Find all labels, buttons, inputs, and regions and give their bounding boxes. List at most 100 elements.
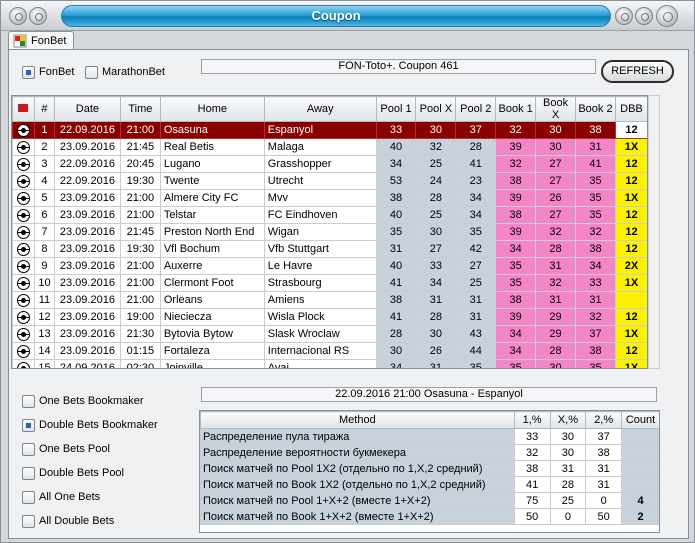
table-row[interactable]: 7 23.09.2016 21:45 Preston North End Wigan 35… <box>12 223 647 241</box>
cell-time: 02:30 <box>119 359 161 368</box>
option-checkbox[interactable] <box>22 515 35 528</box>
ball-cell <box>12 359 35 368</box>
cell-b2: 38 <box>575 121 616 139</box>
title-bar: Coupon <box>1 1 694 31</box>
cell-time: 19:00 <box>119 308 161 326</box>
col-header: Book X <box>535 96 576 122</box>
cell-away: Espanyol <box>263 121 377 139</box>
table-row[interactable]: 3 22.09.2016 20:45 Lugano Grasshopper 34 25 41 3… <box>12 155 647 173</box>
option-checkbox[interactable] <box>22 419 35 432</box>
cell-b1: 32 <box>495 121 537 139</box>
option-checkbox[interactable] <box>22 395 35 408</box>
cell-p1: 41 <box>375 308 417 326</box>
cell-away: Vfb Stuttgart <box>263 240 377 258</box>
cell-p1: 33 <box>375 121 417 139</box>
table-row[interactable]: 4 22.09.2016 19:30 Twente Utrecht 53 24 23 38 27 3… <box>12 172 647 190</box>
cell-p2: 27 <box>455 257 497 275</box>
cell-away: Grasshopper <box>263 155 377 173</box>
col-header: Pool X <box>415 96 457 122</box>
table-row[interactable]: 14 23.09.2016 01:15 Fortaleza Internacional … <box>12 342 647 360</box>
cell-date: 22.09.2016 <box>53 155 121 173</box>
method-row[interactable]: Поиск матчей по Pool 1X2 (отдельно по 1,… <box>200 460 659 477</box>
cell-b1: 35 <box>495 359 537 368</box>
table-row[interactable]: 10 23.09.2016 21:00 Clermont Foot Strasbourg… <box>12 274 647 292</box>
cell-px: 28 <box>415 189 457 207</box>
ball-cell <box>12 308 35 326</box>
cell-p2: 44 <box>455 342 497 360</box>
cell-n: 10 <box>33 274 55 292</box>
ball-cell <box>12 274 35 292</box>
col-header: DBB <box>614 96 647 122</box>
cell-date: 24.09.2016 <box>53 359 121 368</box>
method-row[interactable]: Распределение вероятности букмекера 32 30 3… <box>200 444 659 461</box>
table-row[interactable]: 8 23.09.2016 19:30 Vfl Bochum Vfb Stuttgart 3… <box>12 240 647 258</box>
marathonbet-checkbox[interactable] <box>85 66 98 79</box>
col-header: Book 2 <box>575 96 616 122</box>
flag-header <box>12 96 35 122</box>
cell-date: 23.09.2016 <box>53 240 121 258</box>
cell-n: 3 <box>33 155 55 173</box>
cell-away: Avai <box>263 359 377 368</box>
ball-cell <box>12 189 35 207</box>
fonbet-checkbox[interactable] <box>22 66 35 79</box>
cell-time: 21:00 <box>119 121 161 139</box>
col-header: # <box>33 96 55 122</box>
titlebar-dot-icon[interactable] <box>9 7 27 25</box>
cell-dbb: 12 <box>614 223 647 241</box>
cell-n: 11 <box>33 291 55 309</box>
option-checkbox[interactable] <box>22 443 35 456</box>
option-checkbox[interactable] <box>22 467 35 480</box>
method-row[interactable]: Поиск матчей по Pool 1+X+2 (вместе 1+X+2… <box>200 492 659 509</box>
method-row[interactable]: Поиск матчей по Book 1+X+2 (вместе 1+X+2… <box>200 508 659 525</box>
method-header: Method <box>200 411 515 429</box>
cell-dbb: 1X <box>614 274 647 292</box>
minimize-icon[interactable] <box>615 7 633 25</box>
grid-scrollbar[interactable] <box>648 95 660 369</box>
table-row[interactable]: 9 23.09.2016 21:00 Auxerre Le Havre 40 33 27 35 3… <box>12 257 647 275</box>
cell-px: 31 <box>415 359 457 368</box>
method-cell-v1: 41 <box>513 476 551 493</box>
cell-home: Telstar <box>159 206 265 224</box>
soccer-ball-icon <box>16 225 30 239</box>
cell-away: Internacional RS <box>263 342 377 360</box>
cell-p2: 31 <box>455 291 497 309</box>
cell-away: FC Eindhoven <box>263 206 377 224</box>
table-row[interactable]: 1 22.09.2016 21:00 Osasuna Espanyol 33 30 37 32 3… <box>12 121 647 139</box>
cell-p1: 30 <box>375 342 417 360</box>
cell-bx: 29 <box>535 308 576 326</box>
option-label: One Bets Bookmaker <box>39 395 144 407</box>
method-row[interactable]: Распределение пула тиража 33 30 37 <box>200 428 659 445</box>
maximize-icon[interactable] <box>635 7 653 25</box>
ball-cell <box>12 325 35 343</box>
table-row[interactable]: 5 23.09.2016 21:00 Almere City FC Mvv 38 28 34 3… <box>12 189 647 207</box>
close-icon[interactable] <box>656 5 678 27</box>
titlebar-dot-icon[interactable] <box>29 7 47 25</box>
soccer-ball-icon <box>16 276 30 290</box>
option-checkbox[interactable] <box>22 491 35 504</box>
marathonbet-label: MarathonBet <box>102 66 165 78</box>
cell-b2: 38 <box>575 342 616 360</box>
table-row[interactable]: 13 23.09.2016 21:30 Bytovia Bytow Slask Wroc… <box>12 325 647 343</box>
method-header: 2,% <box>585 411 623 429</box>
cell-away: Mvv <box>263 189 377 207</box>
method-cell-v1: 33 <box>513 428 551 445</box>
cell-bx: 29 <box>535 325 576 343</box>
tab-fonbet[interactable]: FonBet <box>8 31 74 50</box>
cell-b2: 35 <box>575 359 616 368</box>
table-row[interactable]: 6 23.09.2016 21:00 Telstar FC Eindhoven 40 25 3… <box>12 206 647 224</box>
cell-away: Amiens <box>263 291 377 309</box>
soccer-ball-icon <box>16 123 30 137</box>
cell-p2: 34 <box>455 189 497 207</box>
table-row[interactable]: 11 23.09.2016 21:00 Orleans Amiens 38 31 31 38 31… <box>12 291 647 309</box>
table-row[interactable]: 15 24.09.2016 02:30 Joinville Avai 34 31 35 35 30… <box>12 359 647 368</box>
cell-p1: 38 <box>375 291 417 309</box>
method-cell-count <box>621 444 659 461</box>
table-row[interactable]: 2 23.09.2016 21:45 Real Betis Malaga 40 32 28 39… <box>12 138 647 156</box>
cell-dbb: 12 <box>614 308 647 326</box>
method-row[interactable]: Поиск матчей по Book 1X2 (отдельно по 1,… <box>200 476 659 493</box>
refresh-button[interactable]: REFRESH <box>601 60 674 83</box>
table-row[interactable]: 12 23.09.2016 19:00 Nieciecza Wisla Plock 41 2… <box>12 308 647 326</box>
ball-cell <box>12 172 35 190</box>
cell-p2: 43 <box>455 325 497 343</box>
cell-p2: 35 <box>455 223 497 241</box>
